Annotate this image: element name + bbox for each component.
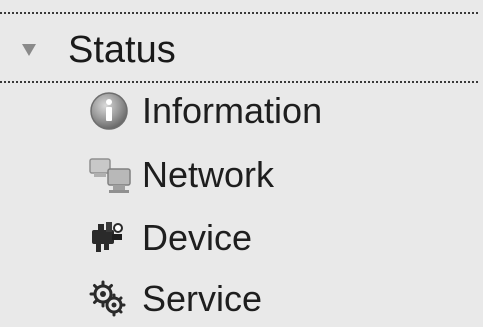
menu-item-service[interactable]: Service — [88, 274, 448, 324]
menu-item-label: Information — [142, 90, 323, 131]
section-divider — [0, 81, 478, 83]
status-section-header[interactable]: Status — [0, 16, 478, 78]
menu-item-device[interactable]: Device — [88, 213, 448, 263]
service-icon — [88, 277, 140, 321]
info-icon — [88, 89, 140, 133]
menu-item-label: Network — [142, 154, 275, 195]
menu-item-information[interactable]: Information — [88, 86, 448, 136]
network-icon — [88, 153, 140, 197]
menu-item-label: Device — [142, 217, 253, 258]
menu-item-network[interactable]: Network — [88, 150, 448, 200]
menu-item-label: Service — [142, 278, 263, 319]
device-icon — [88, 216, 140, 260]
status-menu-panel: Status Information Network Device Servic… — [0, 0, 483, 327]
expand-triangle-icon[interactable] — [22, 44, 36, 56]
top-divider — [0, 12, 478, 14]
section-title: Status — [68, 29, 176, 71]
